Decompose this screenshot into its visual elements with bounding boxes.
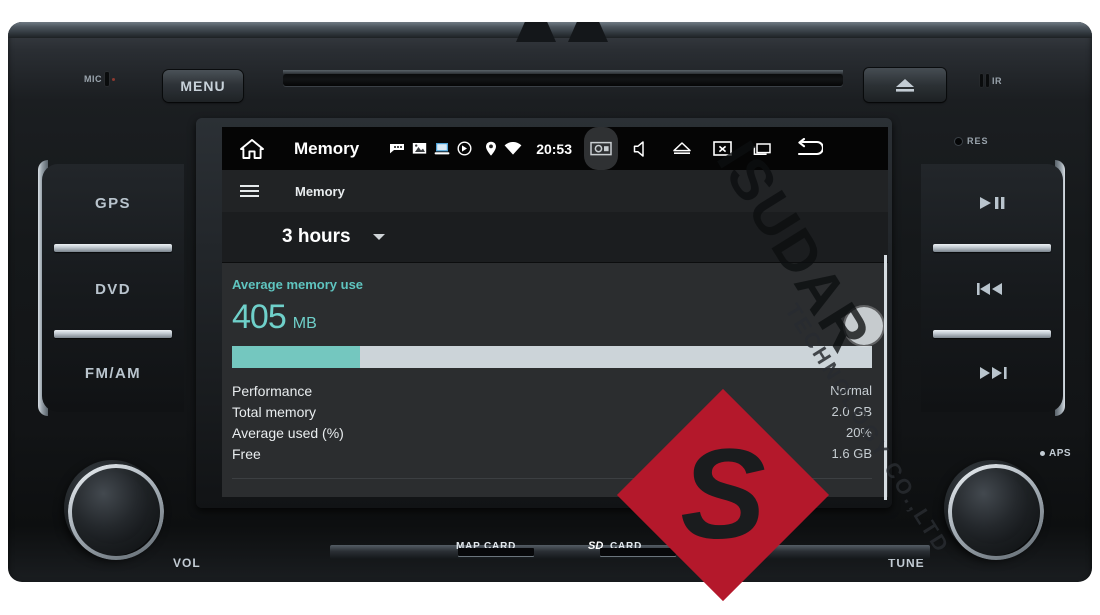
play-pause-icon <box>980 197 1005 209</box>
average-memory-label: Average memory use <box>232 277 364 292</box>
mic-led-icon <box>112 77 115 81</box>
time-range-spinner[interactable]: 3 hours <box>222 212 888 263</box>
mic-indicator: MIC <box>84 72 115 86</box>
stat-label: Average used (%) <box>232 424 344 441</box>
arrow-circle-icon <box>457 141 472 156</box>
stat-label: Free <box>232 445 261 462</box>
memory-stats-list: Performance Normal Total memory 2.0 GB A… <box>232 380 872 464</box>
reset-control[interactable]: RES <box>955 136 989 146</box>
screenshot-root: MIC MENU IR RES APS GPS DVD FM/AM VOL TU… <box>0 0 1100 615</box>
screen-off-button[interactable] <box>702 140 742 158</box>
volume-knob[interactable] <box>64 460 164 560</box>
button-previous-track[interactable] <box>921 250 1063 328</box>
memory-content: Average memory use 405 MB Performance No… <box>222 263 888 497</box>
map-card-slot[interactable] <box>458 548 534 556</box>
average-memory-value: 405 <box>232 298 287 336</box>
eject-screen-button[interactable] <box>662 141 702 156</box>
recents-button[interactable] <box>742 141 782 157</box>
mute-button[interactable] <box>622 140 662 158</box>
volume-knob-face[interactable] <box>76 472 148 544</box>
status-notification-icons <box>389 141 522 157</box>
touch-cursor <box>845 307 883 345</box>
ir-window-icon <box>980 74 983 87</box>
photo-icon <box>412 143 427 154</box>
button-dvd[interactable]: DVD <box>42 250 184 328</box>
hamburger-icon[interactable] <box>240 185 259 197</box>
ir-sensor: IR <box>980 74 1002 87</box>
table-row: Average used (%) 20% <box>232 422 872 443</box>
ir-label: IR <box>992 75 1002 86</box>
button-fm-am[interactable]: FM/AM <box>42 334 184 412</box>
status-bar-clock: 20:53 <box>536 140 572 157</box>
camera-icon <box>590 141 612 156</box>
aps-dot-icon <box>1040 451 1045 456</box>
stat-value: 2.0 GB <box>831 404 872 419</box>
ir-window-icon-2 <box>986 74 989 87</box>
eject-button[interactable] <box>864 68 946 102</box>
scrollbar[interactable] <box>884 255 887 500</box>
next-track-icon <box>980 367 1007 379</box>
stat-label: Performance <box>232 382 313 399</box>
screen-icon <box>434 142 450 154</box>
menu-button[interactable]: MENU <box>163 70 243 102</box>
previous-track-icon <box>977 283 1002 295</box>
table-row: Total memory 2.0 GB <box>232 401 872 422</box>
button-gps[interactable]: GPS <box>42 164 184 242</box>
home-button[interactable] <box>228 138 276 160</box>
button-play-pause[interactable] <box>921 164 1063 242</box>
home-icon <box>240 138 264 159</box>
memory-usage-bar-fill <box>232 346 360 368</box>
stat-value: 20% <box>845 425 872 440</box>
section-divider <box>232 478 872 479</box>
recents-icon <box>753 142 771 155</box>
average-memory-value-row: 405 MB <box>232 298 872 337</box>
camera-button[interactable] <box>584 127 618 170</box>
back-icon <box>797 137 823 155</box>
memory-usage-bar <box>232 346 872 368</box>
location-pin-icon <box>486 141 497 156</box>
status-bar-actions <box>622 137 834 160</box>
average-memory-unit: MB <box>292 315 317 332</box>
table-row: Free 1.6 GB <box>232 443 872 464</box>
disc-slot[interactable] <box>283 74 843 86</box>
tune-knob[interactable] <box>944 460 1044 560</box>
time-range-value: 3 hours <box>282 226 351 247</box>
reset-label: RES <box>967 136 989 146</box>
stat-value: 1.6 GB <box>831 446 872 461</box>
eject-icon <box>896 79 914 92</box>
button-next-track[interactable] <box>921 334 1063 412</box>
mute-icon <box>633 140 644 157</box>
screen-off-icon <box>712 140 732 156</box>
right-button-panel <box>921 164 1063 412</box>
mic-slot-icon <box>105 72 109 86</box>
mic-label: MIC <box>84 74 102 84</box>
lcd-screen[interactable]: Memory 20:53 Memory 3 hours Average memo… <box>222 127 888 497</box>
app-bar: Memory <box>222 170 888 212</box>
android-status-bar: Memory 20:53 <box>222 127 888 170</box>
app-bar-title: Memory <box>295 183 345 199</box>
chevron-down-icon[interactable] <box>372 234 385 240</box>
reset-pinhole-icon[interactable] <box>955 137 962 145</box>
message-icon <box>390 144 405 154</box>
back-button[interactable] <box>782 137 834 160</box>
table-row: Performance Normal <box>232 380 872 401</box>
aps-label: APS <box>1049 448 1072 459</box>
status-bar-title: Memory <box>294 138 360 158</box>
sd-card-slot[interactable] <box>600 548 676 556</box>
volume-knob-label: VOL <box>173 556 201 570</box>
eject-icon <box>673 142 691 154</box>
left-button-panel: GPS DVD FM/AM <box>42 164 184 412</box>
tune-knob-face[interactable] <box>956 472 1028 544</box>
stat-label: Total memory <box>232 403 317 420</box>
aps-indicator: APS <box>1040 448 1071 459</box>
stat-value: Normal <box>830 383 872 398</box>
wifi-icon <box>504 141 522 155</box>
